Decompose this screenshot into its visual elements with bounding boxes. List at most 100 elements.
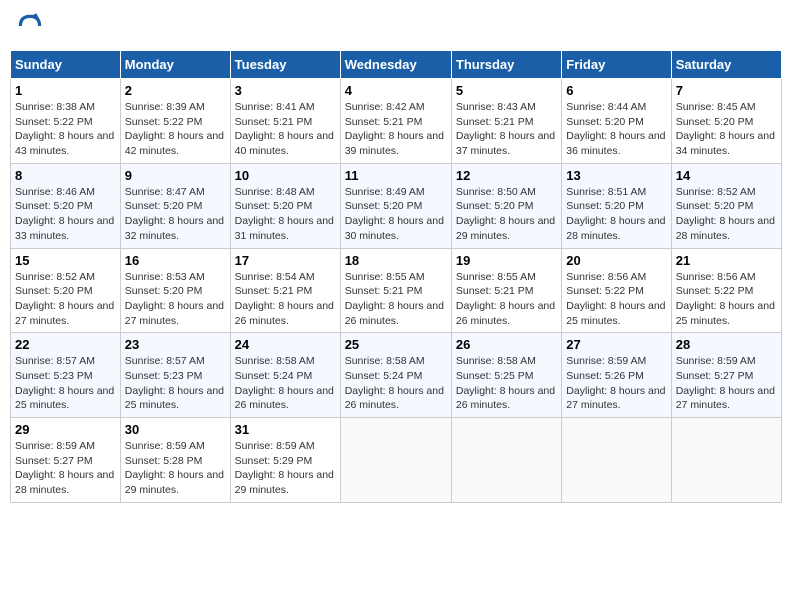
day-info: Sunrise: 8:56 AMSunset: 5:22 PMDaylight:…	[566, 270, 666, 329]
day-info: Sunrise: 8:52 AMSunset: 5:20 PMDaylight:…	[15, 270, 116, 329]
day-number: 19	[456, 253, 557, 268]
day-info: Sunrise: 8:47 AMSunset: 5:20 PMDaylight:…	[125, 185, 226, 244]
day-info: Sunrise: 8:58 AMSunset: 5:24 PMDaylight:…	[235, 354, 336, 413]
calendar-cell: 8 Sunrise: 8:46 AMSunset: 5:20 PMDaylight…	[11, 163, 121, 248]
calendar-cell: 15 Sunrise: 8:52 AMSunset: 5:20 PMDayligh…	[11, 248, 121, 333]
day-info: Sunrise: 8:55 AMSunset: 5:21 PMDaylight:…	[345, 270, 447, 329]
day-number: 15	[15, 253, 116, 268]
weekday-header-sunday: Sunday	[11, 51, 121, 79]
calendar-cell: 12 Sunrise: 8:50 AMSunset: 5:20 PMDayligh…	[451, 163, 561, 248]
calendar-cell: 10Sunrise: 8:48 AMSunset: 5:20 PMDayligh…	[230, 163, 340, 248]
day-number: 13	[566, 168, 666, 183]
day-number: 26	[456, 337, 557, 352]
day-info: Sunrise: 8:56 AMSunset: 5:22 PMDaylight:…	[676, 270, 777, 329]
day-number: 16	[125, 253, 226, 268]
calendar-cell: 2Sunrise: 8:39 AMSunset: 5:22 PMDaylight…	[120, 79, 230, 164]
calendar-cell: 28 Sunrise: 8:59 AMSunset: 5:27 PMDayligh…	[671, 333, 781, 418]
day-info: Sunrise: 8:59 AMSunset: 5:29 PMDaylight:…	[235, 439, 336, 498]
calendar-week-1: 1 Sunrise: 8:38 AMSunset: 5:22 PMDaylight…	[11, 79, 782, 164]
calendar-cell: 16 Sunrise: 8:53 AMSunset: 5:20 PMDayligh…	[120, 248, 230, 333]
weekday-header-tuesday: Tuesday	[230, 51, 340, 79]
day-info: Sunrise: 8:38 AMSunset: 5:22 PMDaylight:…	[15, 100, 116, 159]
day-info: Sunrise: 8:59 AMSunset: 5:27 PMDaylight:…	[15, 439, 116, 498]
day-info: Sunrise: 8:57 AMSunset: 5:23 PMDaylight:…	[15, 354, 116, 413]
day-info: Sunrise: 8:46 AMSunset: 5:20 PMDaylight:…	[15, 185, 116, 244]
calendar-cell: 24 Sunrise: 8:58 AMSunset: 5:24 PMDayligh…	[230, 333, 340, 418]
calendar-cell: 18Sunrise: 8:55 AMSunset: 5:21 PMDayligh…	[340, 248, 451, 333]
day-number: 20	[566, 253, 666, 268]
day-info: Sunrise: 8:53 AMSunset: 5:20 PMDaylight:…	[125, 270, 226, 329]
calendar-cell: 6 Sunrise: 8:44 AMSunset: 5:20 PMDaylight…	[562, 79, 671, 164]
weekday-header-friday: Friday	[562, 51, 671, 79]
day-info: Sunrise: 8:54 AMSunset: 5:21 PMDaylight:…	[235, 270, 336, 329]
weekday-header-wednesday: Wednesday	[340, 51, 451, 79]
day-number: 21	[676, 253, 777, 268]
calendar-cell: 22 Sunrise: 8:57 AMSunset: 5:23 PMDayligh…	[11, 333, 121, 418]
calendar-cell: 21 Sunrise: 8:56 AMSunset: 5:22 PMDayligh…	[671, 248, 781, 333]
calendar-cell: 9 Sunrise: 8:47 AMSunset: 5:20 PMDaylight…	[120, 163, 230, 248]
page-header	[10, 10, 782, 42]
day-number: 5	[456, 83, 557, 98]
day-info: Sunrise: 8:49 AMSunset: 5:20 PMDaylight:…	[345, 185, 447, 244]
day-info: Sunrise: 8:44 AMSunset: 5:20 PMDaylight:…	[566, 100, 666, 159]
calendar-cell: 23 Sunrise: 8:57 AMSunset: 5:23 PMDayligh…	[120, 333, 230, 418]
day-number: 14	[676, 168, 777, 183]
day-info: Sunrise: 8:59 AMSunset: 5:26 PMDaylight:…	[566, 354, 666, 413]
calendar-cell: 1 Sunrise: 8:38 AMSunset: 5:22 PMDaylight…	[11, 79, 121, 164]
day-info: Sunrise: 8:45 AMSunset: 5:20 PMDaylight:…	[676, 100, 777, 159]
day-number: 6	[566, 83, 666, 98]
day-number: 31	[235, 422, 336, 437]
day-info: Sunrise: 8:51 AMSunset: 5:20 PMDaylight:…	[566, 185, 666, 244]
day-number: 1	[15, 83, 116, 98]
calendar-week-2: 8 Sunrise: 8:46 AMSunset: 5:20 PMDaylight…	[11, 163, 782, 248]
calendar-cell	[562, 418, 671, 503]
day-info: Sunrise: 8:57 AMSunset: 5:23 PMDaylight:…	[125, 354, 226, 413]
calendar-cell: 13 Sunrise: 8:51 AMSunset: 5:20 PMDayligh…	[562, 163, 671, 248]
calendar-cell: 20 Sunrise: 8:56 AMSunset: 5:22 PMDayligh…	[562, 248, 671, 333]
weekday-header-saturday: Saturday	[671, 51, 781, 79]
day-number: 12	[456, 168, 557, 183]
calendar-week-5: 29 Sunrise: 8:59 AMSunset: 5:27 PMDayligh…	[11, 418, 782, 503]
calendar-cell: 3 Sunrise: 8:41 AMSunset: 5:21 PMDaylight…	[230, 79, 340, 164]
calendar-cell: 17Sunrise: 8:54 AMSunset: 5:21 PMDayligh…	[230, 248, 340, 333]
calendar-cell: 19 Sunrise: 8:55 AMSunset: 5:21 PMDayligh…	[451, 248, 561, 333]
calendar-cell: 14 Sunrise: 8:52 AMSunset: 5:20 PMDayligh…	[671, 163, 781, 248]
day-number: 23	[125, 337, 226, 352]
calendar-cell: 27 Sunrise: 8:59 AMSunset: 5:26 PMDayligh…	[562, 333, 671, 418]
calendar-week-4: 22 Sunrise: 8:57 AMSunset: 5:23 PMDayligh…	[11, 333, 782, 418]
day-number: 30	[125, 422, 226, 437]
day-info: Sunrise: 8:52 AMSunset: 5:20 PMDaylight:…	[676, 185, 777, 244]
day-number: 4	[345, 83, 447, 98]
calendar-cell: 7Sunrise: 8:45 AMSunset: 5:20 PMDaylight…	[671, 79, 781, 164]
day-number: 27	[566, 337, 666, 352]
calendar-week-3: 15 Sunrise: 8:52 AMSunset: 5:20 PMDayligh…	[11, 248, 782, 333]
day-number: 24	[235, 337, 336, 352]
day-number: 22	[15, 337, 116, 352]
calendar-cell	[451, 418, 561, 503]
day-number: 9	[125, 168, 226, 183]
calendar-cell	[340, 418, 451, 503]
day-info: Sunrise: 8:42 AMSunset: 5:21 PMDaylight:…	[345, 100, 447, 159]
day-info: Sunrise: 8:59 AMSunset: 5:27 PMDaylight:…	[676, 354, 777, 413]
day-info: Sunrise: 8:50 AMSunset: 5:20 PMDaylight:…	[456, 185, 557, 244]
calendar-cell: 25Sunrise: 8:58 AMSunset: 5:24 PMDayligh…	[340, 333, 451, 418]
weekday-header-monday: Monday	[120, 51, 230, 79]
weekday-header-thursday: Thursday	[451, 51, 561, 79]
calendar-cell: 11Sunrise: 8:49 AMSunset: 5:20 PMDayligh…	[340, 163, 451, 248]
calendar-cell: 5 Sunrise: 8:43 AMSunset: 5:21 PMDaylight…	[451, 79, 561, 164]
day-info: Sunrise: 8:58 AMSunset: 5:24 PMDaylight:…	[345, 354, 447, 413]
calendar-cell: 4 Sunrise: 8:42 AMSunset: 5:21 PMDaylight…	[340, 79, 451, 164]
day-info: Sunrise: 8:39 AMSunset: 5:22 PMDaylight:…	[125, 100, 226, 159]
calendar-cell: 29 Sunrise: 8:59 AMSunset: 5:27 PMDayligh…	[11, 418, 121, 503]
day-info: Sunrise: 8:43 AMSunset: 5:21 PMDaylight:…	[456, 100, 557, 159]
day-number: 3	[235, 83, 336, 98]
calendar-cell: 26Sunrise: 8:58 AMSunset: 5:25 PMDayligh…	[451, 333, 561, 418]
weekday-header-row: SundayMondayTuesdayWednesdayThursdayFrid…	[11, 51, 782, 79]
day-number: 8	[15, 168, 116, 183]
day-info: Sunrise: 8:41 AMSunset: 5:21 PMDaylight:…	[235, 100, 336, 159]
day-info: Sunrise: 8:48 AMSunset: 5:20 PMDaylight:…	[235, 185, 336, 244]
day-info: Sunrise: 8:55 AMSunset: 5:21 PMDaylight:…	[456, 270, 557, 329]
calendar-cell: 31 Sunrise: 8:59 AMSunset: 5:29 PMDayligh…	[230, 418, 340, 503]
day-number: 29	[15, 422, 116, 437]
day-number: 28	[676, 337, 777, 352]
